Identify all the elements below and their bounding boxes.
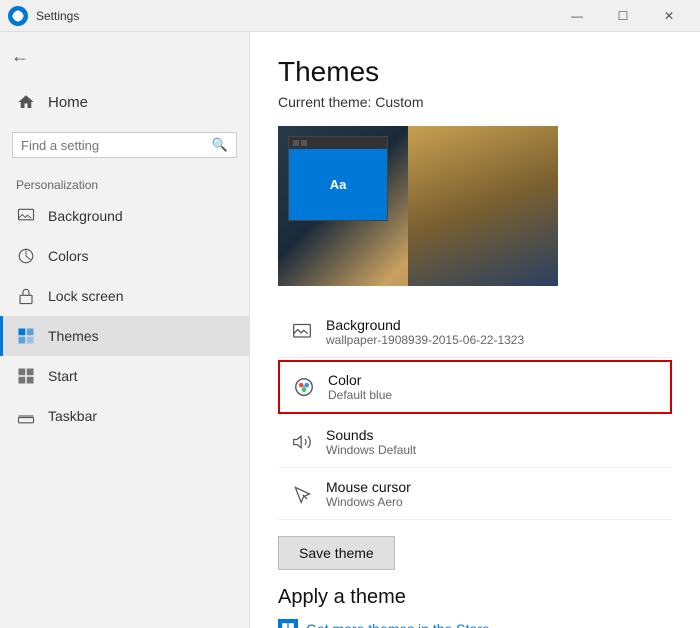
store-link-text: Get more themes in the Store	[306, 621, 490, 628]
color-detail-name: Color	[328, 372, 392, 388]
background-detail-value: wallpaper-1908939-2015-06-22-1323	[326, 333, 524, 347]
app-container: ← Home 🔍 Personalization Background	[0, 32, 700, 628]
titlebar-title: Settings	[36, 9, 79, 23]
settings-app-icon	[8, 6, 28, 26]
apply-theme-title: Apply a theme	[278, 586, 672, 609]
background-detail-name: Background	[326, 317, 524, 333]
preview-window-titlebar	[289, 137, 387, 149]
titlebar-left: Settings	[8, 6, 79, 26]
sounds-detail-value: Windows Default	[326, 443, 416, 457]
sidebar-item-colors-label: Colors	[48, 248, 88, 264]
sidebar: ← Home 🔍 Personalization Background	[0, 32, 250, 628]
titlebar-controls: — ☐ ✕	[554, 0, 692, 32]
theme-detail-background[interactable]: Background wallpaper-1908939-2015-06-22-…	[278, 306, 672, 358]
preview-window: Aa	[288, 136, 388, 221]
preview-btn2	[301, 140, 307, 146]
search-icon: 🔍	[212, 137, 228, 153]
colors-icon	[16, 246, 36, 266]
color-detail-value: Default blue	[328, 388, 392, 402]
home-label: Home	[48, 94, 88, 111]
sounds-detail-name: Sounds	[326, 427, 416, 443]
sidebar-section-label: Personalization	[0, 166, 249, 196]
preview-btn1	[293, 140, 299, 146]
sidebar-item-background[interactable]: Background	[0, 196, 249, 236]
preview-window-body: Aa	[289, 149, 387, 220]
theme-preview: Aa	[278, 126, 558, 286]
sidebar-item-themes-label: Themes	[48, 328, 99, 344]
theme-detail-color[interactable]: Color Default blue	[278, 360, 672, 414]
sidebar-item-lock-screen-label: Lock screen	[48, 288, 123, 304]
theme-preview-background: Aa	[278, 126, 558, 286]
page-title: Themes	[278, 56, 672, 88]
mouse-cursor-detail-value: Windows Aero	[326, 495, 411, 509]
background-detail-icon	[290, 320, 314, 344]
sidebar-item-home[interactable]: Home	[0, 80, 249, 124]
search-box[interactable]: 🔍	[12, 132, 237, 158]
preview-aa-text: Aa	[330, 177, 347, 192]
preview-gradient	[408, 126, 558, 286]
main-content: Themes Current theme: Custom Aa	[250, 32, 700, 628]
sidebar-item-background-label: Background	[48, 208, 123, 224]
nav-back-button[interactable]: ←	[0, 32, 40, 80]
theme-detail-mouse-cursor[interactable]: Mouse cursor Windows Aero	[278, 468, 672, 520]
sidebar-item-taskbar-label: Taskbar	[48, 408, 97, 424]
close-button[interactable]: ✕	[646, 0, 692, 32]
save-theme-button[interactable]: Save theme	[278, 536, 395, 570]
sidebar-item-start[interactable]: Start	[0, 356, 249, 396]
home-icon	[16, 92, 36, 112]
sounds-detail-texts: Sounds Windows Default	[326, 427, 416, 457]
sidebar-item-start-label: Start	[48, 368, 78, 384]
mouse-cursor-detail-texts: Mouse cursor Windows Aero	[326, 479, 411, 509]
store-icon	[278, 619, 298, 628]
sidebar-item-colors[interactable]: Colors	[0, 236, 249, 276]
background-detail-texts: Background wallpaper-1908939-2015-06-22-…	[326, 317, 524, 347]
store-link[interactable]: Get more themes in the Store	[278, 619, 672, 628]
sidebar-item-taskbar[interactable]: Taskbar	[0, 396, 249, 436]
mouse-cursor-detail-name: Mouse cursor	[326, 479, 411, 495]
minimize-button[interactable]: —	[554, 0, 600, 32]
color-detail-texts: Color Default blue	[328, 372, 392, 402]
maximize-button[interactable]: ☐	[600, 0, 646, 32]
current-theme-label: Current theme: Custom	[278, 94, 672, 110]
search-input[interactable]	[21, 138, 206, 153]
color-detail-icon	[292, 375, 316, 399]
sounds-detail-icon	[290, 430, 314, 454]
start-icon	[16, 366, 36, 386]
lock-screen-icon	[16, 286, 36, 306]
sidebar-item-lock-screen[interactable]: Lock screen	[0, 276, 249, 316]
theme-detail-sounds[interactable]: Sounds Windows Default	[278, 416, 672, 468]
background-icon	[16, 206, 36, 226]
themes-icon	[16, 326, 36, 346]
mouse-cursor-detail-icon	[290, 482, 314, 506]
titlebar: Settings — ☐ ✕	[0, 0, 700, 32]
sidebar-item-themes[interactable]: Themes	[0, 316, 249, 356]
taskbar-icon	[16, 406, 36, 426]
